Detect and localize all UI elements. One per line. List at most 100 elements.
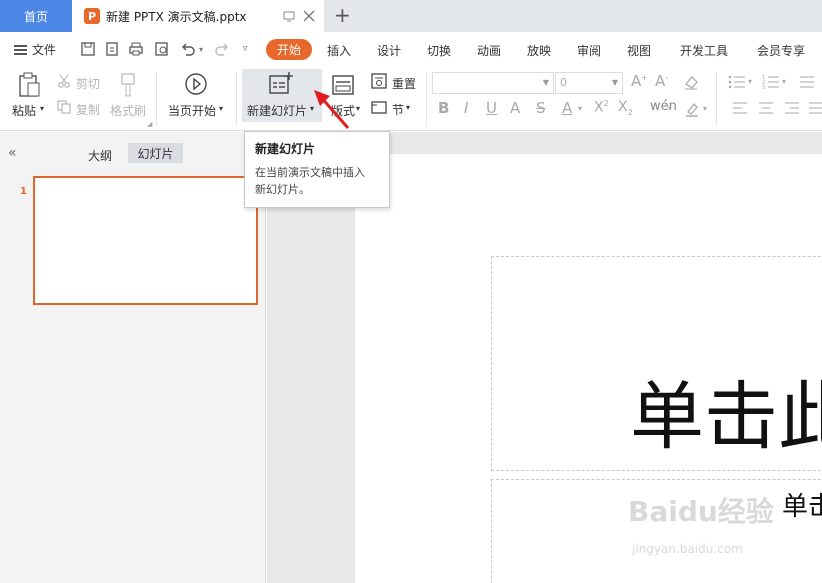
section-dropdown-icon[interactable]: ▾ (406, 103, 410, 112)
superscript-icon[interactable]: X2 (594, 99, 609, 116)
export-pdf-icon[interactable] (104, 41, 120, 57)
font-size-value: 0 (560, 76, 567, 89)
new-slide-button[interactable]: 新建幻灯片 (247, 102, 307, 119)
tab-home[interactable]: 首页 (0, 0, 72, 32)
bullet-dropdown-icon[interactable]: ▾ (748, 77, 752, 86)
shadow-text-icon[interactable]: A (510, 99, 520, 117)
italic-icon[interactable]: I (464, 99, 468, 117)
file-menu-label: 文件 (32, 43, 57, 57)
svg-text:3: 3 (762, 85, 765, 90)
align-left-icon[interactable] (732, 101, 748, 115)
close-tab-icon[interactable] (302, 9, 316, 23)
collapse-panel-icon[interactable]: « (8, 145, 17, 161)
bold-icon[interactable]: B (438, 99, 449, 117)
slides-panel: « 大纲 幻灯片 1 (0, 132, 266, 583)
copy-button[interactable]: 复制 (76, 101, 100, 118)
menu-tab-view[interactable]: 视图 (627, 42, 651, 59)
menu-tab-design[interactable]: 设计 (377, 42, 401, 59)
format-painter-button[interactable]: 格式刷 (110, 102, 146, 119)
numbered-list-icon[interactable]: 123 (762, 74, 780, 90)
format-painter-icon (121, 73, 135, 97)
bullet-list-icon[interactable] (728, 74, 746, 90)
align-right-icon[interactable] (784, 101, 800, 115)
strikethrough-icon[interactable]: S (536, 99, 546, 117)
highlight-icon[interactable] (684, 101, 700, 117)
section-icon (371, 101, 387, 114)
menu-tab-home[interactable]: 开始 (266, 39, 312, 60)
menu-tab-review[interactable]: 审阅 (577, 42, 601, 59)
menu-bar: 文件 ▾ ▿ 开始 插入 设计 切换 动画 放映 审阅 视图 开发工具 会员专享 (0, 32, 822, 66)
from-current-dropdown-icon[interactable]: ▾ (219, 104, 223, 113)
title-placeholder[interactable]: 单击此 (491, 256, 822, 471)
tooltip-description-line1: 在当前演示文稿中插入 (255, 166, 365, 179)
subscript-icon[interactable]: X2 (618, 99, 633, 117)
monitor-icon[interactable] (282, 9, 296, 23)
customize-toolbar-icon[interactable]: ▿ (243, 44, 248, 54)
reset-button[interactable]: 重置 (392, 75, 416, 92)
subtitle-placeholder-text: 单击 (782, 492, 822, 522)
phonetic-icon[interactable]: wén (650, 99, 677, 114)
tooltip-description-line2: 新幻灯片。 (255, 183, 310, 196)
paste-button[interactable]: 粘贴 (12, 102, 36, 119)
phonetic-dropdown-icon[interactable]: ▾ (668, 104, 672, 113)
tab-slides[interactable]: 幻灯片 (128, 143, 183, 163)
ribbon-divider (426, 72, 427, 126)
menu-tab-member[interactable]: 会员专享 (757, 42, 805, 59)
redo-icon[interactable] (214, 41, 230, 57)
menu-tab-developer[interactable]: 开发工具 (680, 42, 728, 59)
watermark-logo: Baidu经验 (628, 495, 774, 528)
title-placeholder-text: 单击此 (630, 374, 822, 460)
justify-icon[interactable] (808, 101, 822, 115)
from-current-slide-button[interactable]: 当页开始 (168, 102, 216, 119)
new-tab-button[interactable]: + (334, 4, 351, 26)
undo-icon[interactable] (180, 41, 196, 57)
ribbon-toolbar: 粘贴 ▾ 剪切 复制 格式刷 ◢ 当页开始 ▾ 新建幻灯片 ▾ 版式 ▾ 重置 … (0, 66, 822, 131)
pptx-file-icon: P (84, 8, 100, 24)
slide-thumbnail[interactable] (33, 176, 258, 305)
font-color-dropdown-icon[interactable]: ▾ (578, 104, 582, 113)
chevron-down-icon: ▼ (542, 78, 549, 87)
title-tab-bar: 首页 P 新建 PPTX 演示文稿.pptx + (0, 0, 822, 32)
print-preview-icon[interactable] (154, 41, 170, 57)
slide-number: 1 (20, 186, 27, 197)
layout-dropdown-icon[interactable]: ▾ (356, 104, 360, 113)
ribbon-divider (716, 72, 717, 126)
highlight-dropdown-icon[interactable]: ▾ (703, 104, 707, 113)
tooltip-title: 新建幻灯片 (255, 142, 316, 156)
menu-tab-insert[interactable]: 插入 (327, 42, 351, 59)
menu-tab-animations[interactable]: 动画 (477, 42, 501, 59)
menu-tab-transitions[interactable]: 切换 (427, 42, 451, 59)
play-icon (185, 73, 207, 95)
decrease-font-icon[interactable]: A- (655, 72, 668, 90)
font-color-icon[interactable]: A (562, 99, 572, 117)
font-name-combo[interactable]: ▼ (432, 72, 554, 94)
paste-icon[interactable] (17, 72, 41, 98)
underline-icon[interactable]: U (486, 99, 497, 117)
section-button[interactable]: 节 (392, 101, 404, 118)
undo-dropdown-icon[interactable]: ▾ (199, 45, 203, 54)
tab-outline[interactable]: 大纲 (88, 147, 112, 164)
ribbon-divider (236, 72, 237, 126)
line-spacing-icon[interactable] (798, 74, 816, 90)
save-icon[interactable] (80, 41, 96, 57)
numbered-dropdown-icon[interactable]: ▾ (782, 77, 786, 86)
document-tab-title: 新建 PPTX 演示文稿.pptx (106, 9, 247, 24)
font-size-combo[interactable]: 0 ▼ (555, 72, 623, 94)
hamburger-icon (14, 44, 27, 55)
clipboard-expand-icon[interactable]: ◢ (147, 120, 152, 128)
print-icon[interactable] (128, 41, 144, 57)
new-slide-icon (269, 72, 293, 94)
tab-document[interactable]: P 新建 PPTX 演示文稿.pptx (72, 0, 324, 32)
watermark-url: jingyan.baidu.com (632, 542, 743, 556)
cut-button[interactable]: 剪切 (76, 75, 100, 92)
red-pointer-arrow (314, 90, 350, 129)
copy-icon (57, 100, 71, 114)
increase-font-icon[interactable]: A+ (631, 72, 648, 90)
paste-dropdown-icon[interactable]: ▾ (40, 104, 44, 113)
clear-format-icon[interactable] (683, 74, 699, 90)
menu-tab-slideshow[interactable]: 放映 (527, 42, 551, 59)
align-center-icon[interactable] (758, 101, 774, 115)
chevron-down-icon: ▼ (611, 78, 618, 87)
scissors-icon (58, 74, 70, 88)
file-menu[interactable]: 文件 (14, 41, 56, 58)
